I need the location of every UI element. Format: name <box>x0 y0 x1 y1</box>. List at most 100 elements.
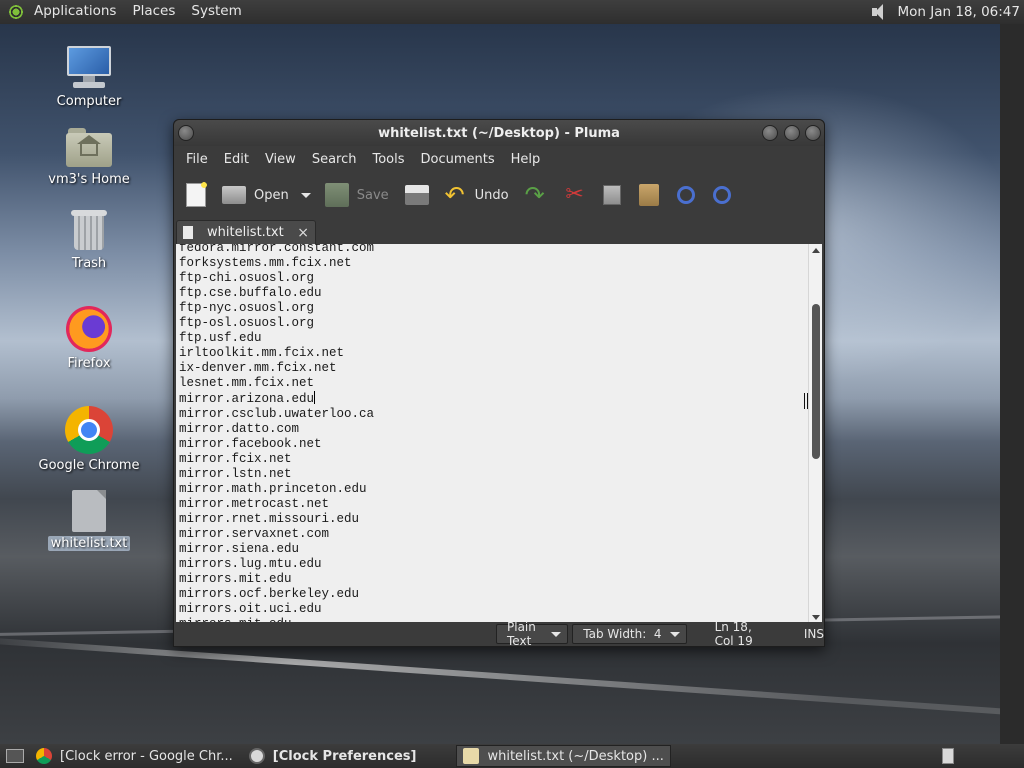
menu-help[interactable]: Help <box>503 152 549 167</box>
desktop-icon-chrome[interactable]: Google Chrome <box>34 406 144 473</box>
desktop-icon-label: vm3's Home <box>48 172 130 187</box>
paste-icon <box>638 184 659 206</box>
editor-line: ftp-osl.osuosl.org <box>179 316 315 330</box>
editor-line: mirror.lstn.net <box>179 467 292 481</box>
open-icon <box>222 186 246 204</box>
new-button[interactable] <box>182 177 210 213</box>
copy-button[interactable] <box>599 177 625 213</box>
undo-button[interactable]: ↶ Undo <box>439 177 513 213</box>
desktop-icon-label: Computer <box>56 94 122 109</box>
open-button[interactable]: Open <box>218 177 315 213</box>
editor-line: mirror.metrocast.net <box>179 497 330 511</box>
desktop-icon-whitelist[interactable]: whitelist.txt <box>34 490 144 551</box>
menu-tools[interactable]: Tools <box>364 152 412 167</box>
chevron-down-icon[interactable] <box>300 192 311 198</box>
mate-logo-icon[interactable] <box>8 4 24 20</box>
editor-line: mirror.rnet.missouri.edu <box>179 512 360 526</box>
text-caret <box>314 391 316 404</box>
menu-applications[interactable]: Applications <box>26 0 124 24</box>
toolbar: Open Save ↶ Undo ↷ ✂ <box>174 172 824 218</box>
editor-line: mirror.arizona.edu <box>179 391 316 406</box>
save-icon <box>324 183 349 207</box>
task-chrome-clock-error[interactable]: [Clock error - Google Chr... <box>30 745 239 767</box>
document-tabbar: whitelist.txt × <box>174 218 824 244</box>
language-selector[interactable]: Plain Text <box>496 620 569 648</box>
task-label: [Clock error - Google Chr... <box>60 748 233 764</box>
home-folder-icon <box>66 128 112 168</box>
scroll-down-icon[interactable] <box>812 615 820 620</box>
chevron-down-icon <box>669 631 680 637</box>
trash-icon <box>71 208 107 252</box>
window-titlebar[interactable]: whitelist.txt (~/Desktop) - Pluma <box>174 120 824 146</box>
menu-documents[interactable]: Documents <box>413 152 503 167</box>
close-button[interactable] <box>805 125 821 141</box>
chrome-icon <box>36 748 52 764</box>
task-pluma-whitelist[interactable]: whitelist.txt (~/Desktop) ... <box>456 745 671 767</box>
undo-icon: ↶ <box>444 181 465 209</box>
find-button[interactable] <box>673 177 699 213</box>
language-label: Plain Text <box>507 620 536 648</box>
chrome-icon <box>65 406 113 454</box>
cut-button[interactable]: ✂ <box>559 177 591 213</box>
menu-system[interactable]: System <box>183 0 249 24</box>
print-icon <box>404 185 429 205</box>
editor-line: mirror.facebook.net <box>179 437 322 451</box>
tab-width-label: Tab Width: 4 <box>583 627 662 641</box>
redo-button[interactable]: ↷ <box>519 177 551 213</box>
editor-line: mirrors.oit.uci.edu <box>179 602 322 616</box>
open-label: Open <box>254 187 289 203</box>
pluma-icon <box>463 748 480 764</box>
menu-view[interactable]: View <box>257 152 304 167</box>
maximize-button[interactable] <box>784 125 800 141</box>
show-desktop-icon[interactable] <box>6 749 24 763</box>
editor-line: ftp-nyc.osuosl.org <box>179 301 315 315</box>
minimize-button[interactable] <box>762 125 778 141</box>
desktop-icon-firefox[interactable]: Firefox <box>34 306 144 371</box>
scrollbar-thumb[interactable] <box>812 304 820 459</box>
editor-line: mirror.siena.edu <box>179 542 300 556</box>
desktop-icon-label: Firefox <box>67 356 111 371</box>
vertical-scrollbar[interactable] <box>808 244 822 624</box>
firefox-icon <box>66 306 112 352</box>
scroll-up-icon[interactable] <box>812 248 820 253</box>
desktop-icon-trash[interactable]: Trash <box>34 208 144 271</box>
desktop-icon-computer[interactable]: Computer <box>34 46 144 109</box>
editor-line: fedora.mirror.constant.com <box>179 244 375 255</box>
editor-line: mirror.fcix.net <box>179 452 292 466</box>
search-icon <box>676 186 695 204</box>
menu-edit[interactable]: Edit <box>216 152 257 167</box>
bottom-taskbar: [Clock error - Google Chr... [Clock Pref… <box>0 744 1024 768</box>
paste-button[interactable] <box>635 177 663 213</box>
print-button[interactable] <box>401 177 433 213</box>
editor-line: mirror.datto.com <box>179 422 300 436</box>
volume-icon[interactable] <box>869 2 889 22</box>
menu-file[interactable]: File <box>178 152 216 167</box>
close-tab-icon[interactable]: × <box>297 225 309 241</box>
editor-line: mirror.csclub.uwaterloo.ca <box>179 407 375 421</box>
editor-line: mirror.math.princeton.edu <box>179 482 367 496</box>
text-file-icon <box>72 490 106 532</box>
window-title: whitelist.txt (~/Desktop) - Pluma <box>378 125 620 141</box>
text-editor[interactable]: fedora.mirror.constant.com forksystems.mm… <box>176 244 822 624</box>
desktop-icon-label: Google Chrome <box>38 458 140 473</box>
editor-line: mirror.servaxnet.com <box>179 527 330 541</box>
trash-applet-icon[interactable] <box>942 748 954 764</box>
tab-width-selector[interactable]: Tab Width: 4 <box>572 624 687 644</box>
cursor-position: Ln 18, Col 19 <box>714 620 753 648</box>
menu-places[interactable]: Places <box>124 0 183 24</box>
editor-line: mirrors.mit.edu <box>179 572 292 586</box>
desktop-icon-label: Trash <box>71 256 107 271</box>
menu-search[interactable]: Search <box>304 152 365 167</box>
menubar: File Edit View Search Tools Documents He… <box>174 146 824 172</box>
panel-clock[interactable]: Mon Jan 18, 06:47 <box>897 4 1020 20</box>
text-file-icon <box>183 226 193 239</box>
insert-mode: INS <box>803 627 824 641</box>
tab-whitelist[interactable]: whitelist.txt × <box>176 220 316 244</box>
desktop-icon-home[interactable]: vm3's Home <box>34 128 144 187</box>
replace-button[interactable] <box>709 177 735 213</box>
task-label: [Clock Preferences] <box>272 748 417 764</box>
save-button[interactable]: Save <box>321 177 393 213</box>
chevron-down-icon <box>551 631 562 637</box>
task-clock-preferences[interactable]: [Clock Preferences] <box>243 745 423 767</box>
desktop-icon-label: whitelist.txt <box>47 536 131 551</box>
